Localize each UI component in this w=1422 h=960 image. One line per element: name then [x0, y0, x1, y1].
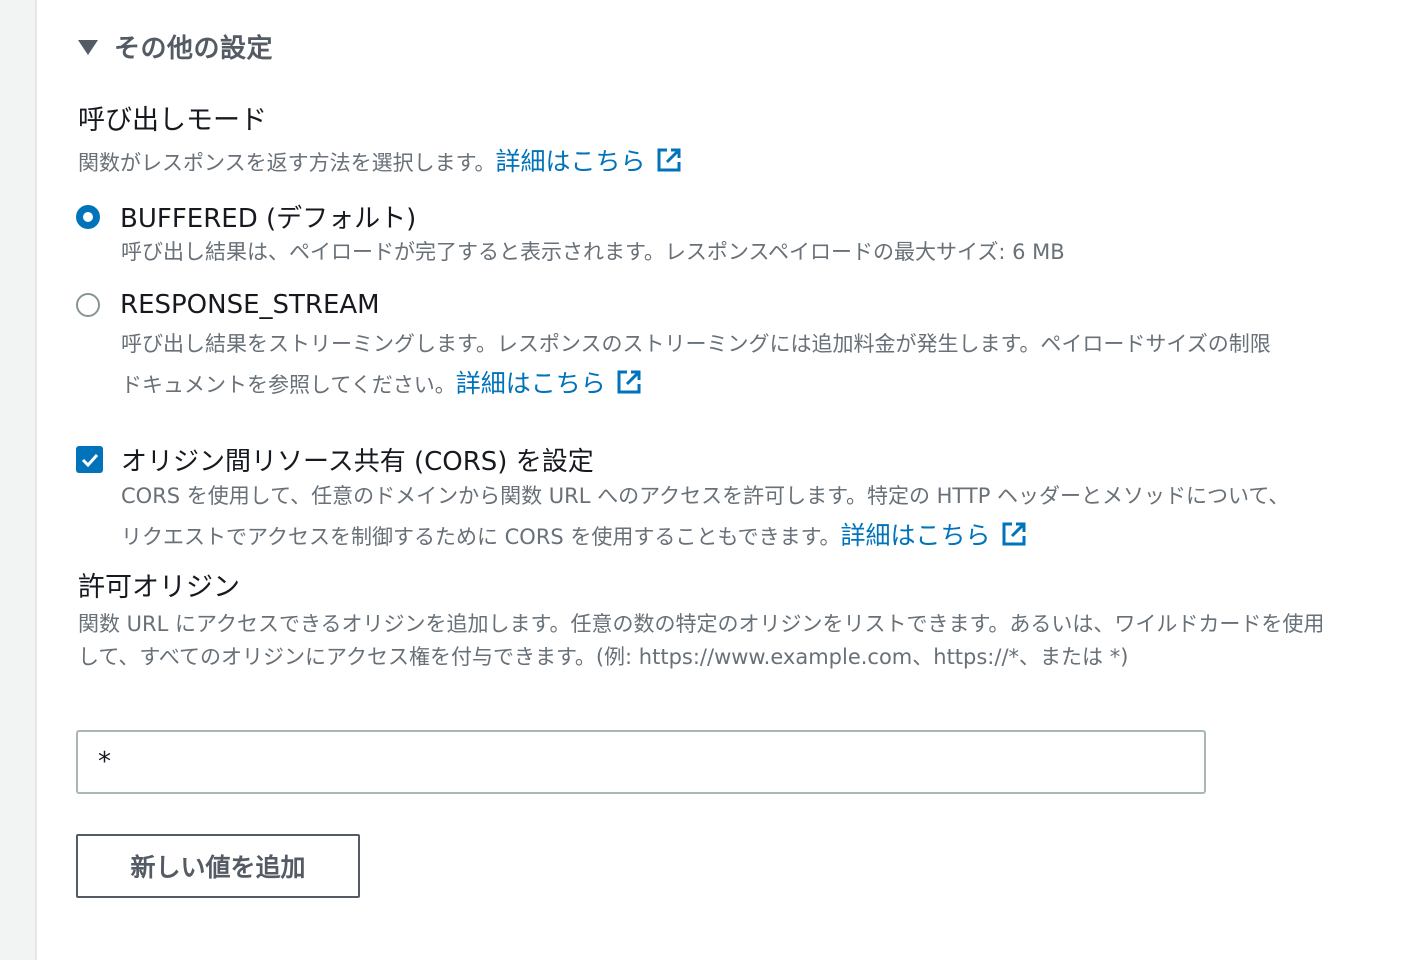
section-title: その他の設定	[114, 34, 274, 64]
cors-learn-more-link[interactable]: 詳細はこちら	[840, 516, 1026, 552]
cors-checkbox[interactable]	[76, 446, 103, 473]
cors-description-line2-text: リクエストでアクセスを制御するために CORS を使用することもできます。	[121, 525, 841, 549]
allowed-origins-label: 許可オリジン	[78, 572, 240, 603]
caret-down-icon	[78, 40, 98, 55]
invoke-mode-learn-more-text: 詳細はこちら	[495, 147, 646, 176]
external-link-icon	[657, 148, 680, 172]
additional-settings-toggle[interactable]: その他の設定	[78, 28, 273, 65]
cors-description-line1: CORS を使用して、任意のドメインから関数 URL へのアクセスを許可します。…	[121, 484, 1290, 508]
checkmark-icon	[81, 453, 98, 467]
response-stream-description-line1: 呼び出し結果をストリーミングします。レスポンスのストリーミングには追加料金が発生…	[121, 332, 1271, 356]
invoke-mode-label: 呼び出しモード	[78, 105, 267, 136]
cors-checkbox-label: オリジン間リソース共有 (CORS) を設定	[121, 447, 594, 477]
page: その他の設定 呼び出しモード 関数がレスポンスを返す方法を選択します。 詳細はこち…	[0, 0, 1422, 960]
radio-option-response-stream[interactable]: RESPONSE_STREAM	[76, 290, 380, 320]
radio-response-stream-label: RESPONSE_STREAM	[120, 290, 380, 320]
response-stream-description-line2: ドキュメントを参照してください。 詳細はこちら	[121, 364, 642, 400]
cors-learn-more-text: 詳細はこちら	[840, 521, 991, 550]
cors-checkbox-row[interactable]: オリジン間リソース共有 (CORS) を設定	[76, 441, 594, 478]
buffered-description: 呼び出し結果は、ペイロードが完了すると表示されます。レスポンスペイロードの最大サ…	[121, 240, 1065, 264]
response-stream-description-line2-text: ドキュメントを参照してください。	[121, 373, 456, 397]
response-stream-learn-more-text: 詳細はこちら	[455, 369, 606, 398]
response-stream-learn-more-link[interactable]: 詳細はこちら	[456, 364, 642, 400]
add-new-value-button[interactable]: 新しい値を追加	[76, 834, 360, 898]
allowed-origin-input[interactable]	[76, 730, 1206, 794]
external-link-icon	[1002, 522, 1025, 546]
radio-option-buffered[interactable]: BUFFERED (デフォルト)	[76, 198, 416, 235]
invoke-mode-description-text: 関数がレスポンスを返す方法を選択します。	[78, 151, 496, 175]
invoke-mode-learn-more-link[interactable]: 詳細はこちら	[495, 142, 681, 178]
left-gutter	[0, 0, 37, 960]
radio-buffered-label: BUFFERED (デフォルト)	[120, 204, 417, 234]
invoke-mode-description: 関数がレスポンスを返す方法を選択します。 詳細はこちら	[78, 142, 682, 178]
allowed-origins-description-line2: して、すべてのオリジンにアクセス権を付与できます。(例: https://www…	[78, 645, 1129, 669]
allowed-origins-description-line1: 関数 URL にアクセスできるオリジンを追加します。任意の数の特定のオリジンをリ…	[78, 612, 1325, 636]
external-link-icon	[617, 370, 641, 394]
cors-description-line2: リクエストでアクセスを制御するために CORS を使用することもできます。 詳細は…	[121, 516, 1027, 552]
radio-buffered[interactable]	[76, 204, 100, 229]
radio-response-stream[interactable]	[76, 293, 100, 317]
